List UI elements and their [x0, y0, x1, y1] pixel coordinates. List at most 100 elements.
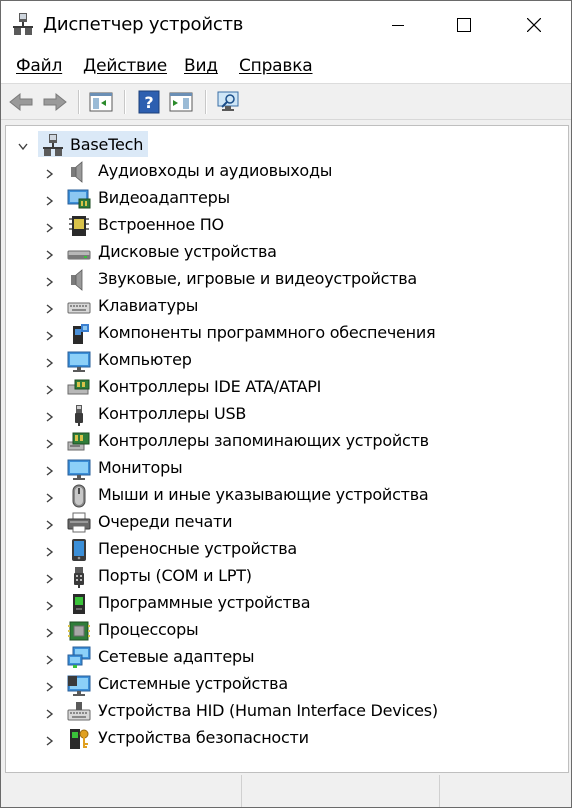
chevron-right-icon[interactable] [46, 247, 54, 265]
tree-item-label: Устройства безопасности [98, 728, 309, 747]
chevron-right-icon[interactable] [46, 490, 54, 508]
tree-item-category[interactable]: Аудиовходы и аудиовыходы [6, 158, 566, 185]
speaker-icon [67, 160, 91, 184]
maximize-button[interactable] [441, 1, 487, 48]
tree-item-category[interactable]: Видеоадаптеры [6, 185, 566, 212]
tree-item-category[interactable]: Очереди печати [6, 509, 566, 536]
chevron-right-icon[interactable] [46, 193, 54, 211]
tree-item-category[interactable]: Мониторы [6, 455, 566, 482]
printer-icon [67, 511, 91, 535]
tree-item-category[interactable]: Программные устройства [6, 590, 566, 617]
device-manager-app-icon [13, 13, 33, 35]
system-device-icon [67, 673, 91, 697]
chevron-right-icon[interactable] [46, 166, 54, 184]
tree-item-category[interactable]: Сетевые адаптеры [6, 644, 566, 671]
chevron-right-icon[interactable] [46, 706, 54, 724]
help-button[interactable]: ? [135, 88, 163, 116]
title-bar[interactable]: Диспетчер устройств [1, 1, 571, 48]
category-list: Аудиовходы и аудиовыходы Видеоадаптеры Вст… [6, 158, 566, 752]
console-tree-icon [89, 92, 113, 112]
chevron-right-icon[interactable] [46, 274, 54, 292]
port-icon [67, 565, 91, 589]
disk-drive-icon [67, 241, 91, 265]
tree-item-category[interactable]: Порты (COM и LPT) [6, 563, 566, 590]
tree-item-category[interactable]: Компьютер [6, 347, 566, 374]
menu-view[interactable]: Вид [184, 56, 218, 76]
device-manager-window: Диспетчер устройств Файл Действие Вид Сп… [0, 0, 572, 808]
tree-item-category[interactable]: Процессоры [6, 617, 566, 644]
tree-item-category[interactable]: Устройства HID (Human Interface Devices) [6, 698, 566, 725]
tree-item-category[interactable]: Контроллеры запоминающих устройств [6, 428, 566, 455]
tree-item-label: Очереди печати [98, 512, 233, 531]
chevron-right-icon[interactable] [46, 598, 54, 616]
chevron-right-icon[interactable] [46, 382, 54, 400]
scan-hardware-button[interactable] [215, 88, 243, 116]
portable-device-icon [67, 538, 91, 562]
tree-root-label: BaseTech [70, 135, 144, 154]
arrow-left-icon [9, 92, 33, 112]
menu-help[interactable]: Справка [239, 56, 313, 76]
network-adapter-icon [67, 646, 91, 670]
monitor-icon [67, 457, 91, 481]
toolbar: ? [1, 84, 571, 120]
tree-item-label: Клавиатуры [98, 296, 199, 315]
show-hide-console-tree-button[interactable] [87, 88, 115, 116]
chevron-right-icon[interactable] [46, 436, 54, 454]
tree-item-category[interactable]: Компоненты программного обеспечения [6, 320, 566, 347]
chevron-right-icon[interactable] [46, 409, 54, 427]
chevron-right-icon[interactable] [46, 652, 54, 670]
mouse-icon [67, 484, 91, 508]
maximize-icon [457, 17, 471, 32]
chevron-right-icon[interactable] [46, 733, 54, 751]
chevron-right-icon[interactable] [46, 544, 54, 562]
tree-item-category[interactable]: Мыши и иные указывающие устройства [6, 482, 566, 509]
chevron-right-icon[interactable] [46, 625, 54, 643]
chevron-right-icon[interactable] [46, 301, 54, 319]
monitor-search-icon [217, 91, 239, 111]
minimize-icon [392, 24, 404, 26]
usb-plug-icon [67, 403, 91, 427]
chevron-right-icon[interactable] [46, 571, 54, 589]
status-bar [1, 775, 571, 807]
software-device-icon [67, 592, 91, 616]
speaker-icon [67, 268, 91, 292]
svg-text:?: ? [144, 93, 153, 112]
processor-icon [67, 619, 91, 643]
tree-item-label: Порты (COM и LPT) [98, 566, 252, 585]
tree-item-category[interactable]: Звуковые, игровые и видеоустройства [6, 266, 566, 293]
tree-root-computer[interactable]: BaseTech [6, 131, 566, 158]
chevron-right-icon[interactable] [46, 517, 54, 535]
tree-item-label: Процессоры [98, 620, 199, 639]
device-tree[interactable]: BaseTech Аудиовходы и аудиовыходы Видеоад… [5, 125, 569, 773]
chevron-right-icon[interactable] [46, 328, 54, 346]
tree-item-label: Дисковые устройства [98, 242, 277, 261]
tree-item-category[interactable]: Клавиатуры [6, 293, 566, 320]
tree-item-category[interactable]: Устройства безопасности [6, 725, 566, 752]
tree-item-category[interactable]: Контроллеры IDE ATA/ATAPI [6, 374, 566, 401]
forward-button[interactable] [41, 88, 69, 116]
close-button[interactable] [511, 1, 557, 48]
chevron-right-icon[interactable] [46, 679, 54, 697]
chevron-right-icon[interactable] [46, 220, 54, 238]
tree-item-category[interactable]: Переносные устройства [6, 536, 566, 563]
tree-item-label: Сетевые адаптеры [98, 647, 255, 666]
chevron-right-icon[interactable] [46, 355, 54, 373]
tree-item-label: Компьютер [98, 350, 192, 369]
back-button[interactable] [7, 88, 35, 116]
help-icon: ? [138, 90, 160, 114]
arrow-right-icon [43, 92, 67, 112]
minimize-button[interactable] [375, 1, 421, 48]
tree-item-category[interactable]: Встроенное ПО [6, 212, 566, 239]
chevron-right-icon[interactable] [46, 463, 54, 481]
chevron-down-icon[interactable] [18, 138, 28, 156]
tree-item-category[interactable]: Системные устройства [6, 671, 566, 698]
tree-item-category[interactable]: Дисковые устройства [6, 239, 566, 266]
hid-keyboard-icon [67, 700, 91, 724]
menu-action[interactable]: Действие [83, 56, 167, 76]
tree-item-label: Контроллеры запоминающих устройств [98, 431, 429, 450]
tree-item-category[interactable]: Контроллеры USB [6, 401, 566, 428]
tree-item-label: Встроенное ПО [98, 215, 224, 234]
action-pane-button[interactable] [167, 88, 195, 116]
close-icon [527, 17, 541, 32]
menu-file[interactable]: Файл [16, 56, 62, 76]
